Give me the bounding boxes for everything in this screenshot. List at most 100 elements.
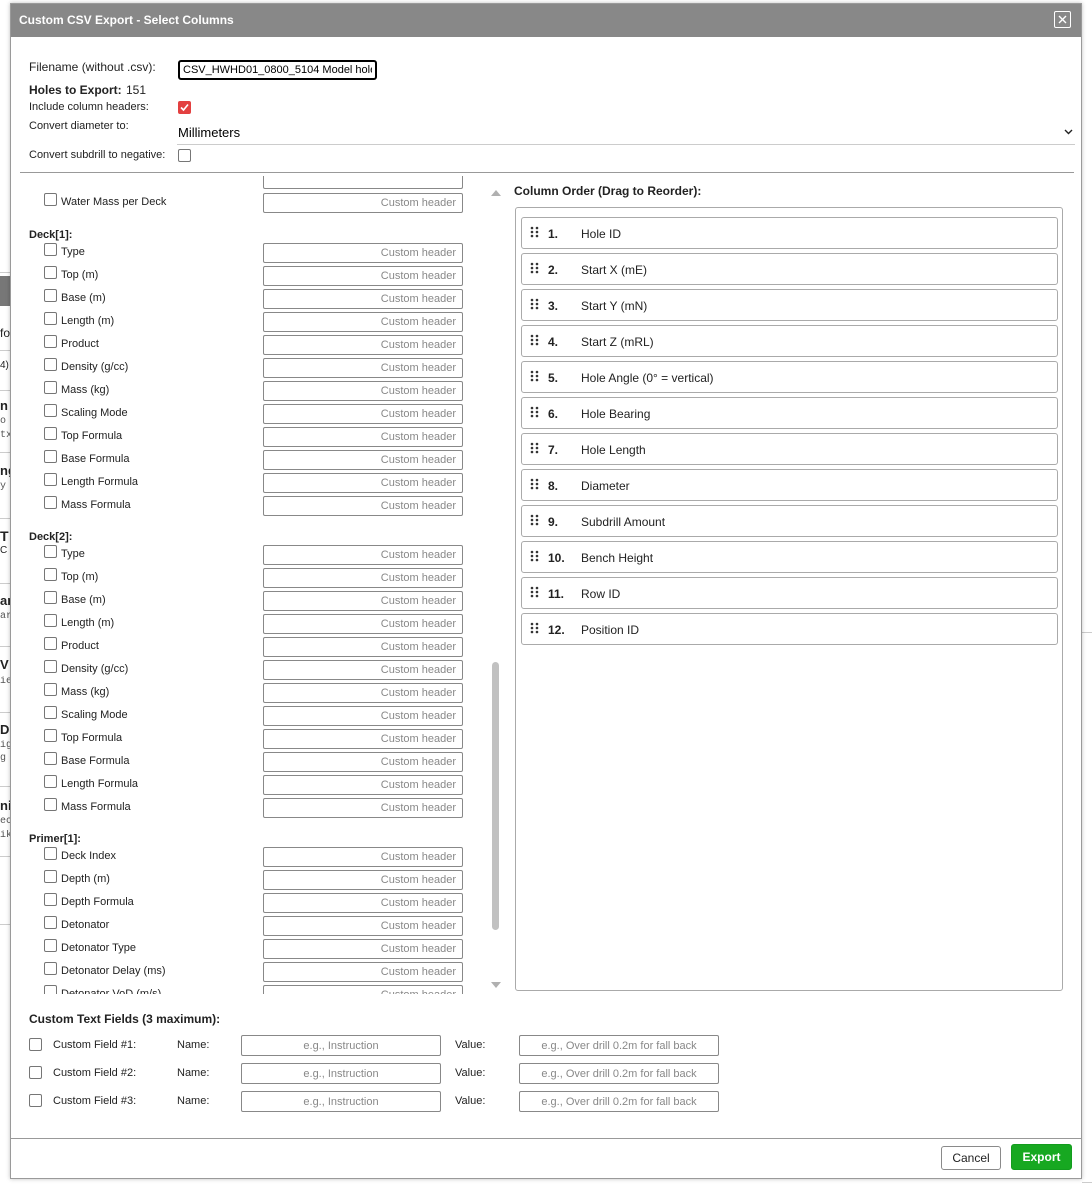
drag-handle-icon[interactable] — [530, 478, 539, 490]
column-row-top-formula[interactable]: Top Formula — [44, 729, 464, 749]
column-checkbox[interactable] — [44, 289, 57, 302]
column-checkbox[interactable] — [44, 243, 57, 256]
column-row-type[interactable]: Type — [44, 243, 464, 263]
custom-header-input[interactable] — [263, 985, 463, 994]
column-row-top-m[interactable]: Top (m) — [44, 568, 464, 588]
column-row-base-formula[interactable]: Base Formula — [44, 450, 464, 470]
custom-header-input[interactable] — [263, 847, 463, 867]
custom-header-input[interactable] — [263, 752, 463, 772]
column-checkbox[interactable] — [44, 683, 57, 696]
column-checkbox[interactable] — [44, 473, 57, 486]
drag-handle-icon[interactable] — [530, 442, 539, 454]
custom-field-name-input[interactable] — [241, 1063, 441, 1084]
column-checkbox[interactable] — [44, 962, 57, 975]
column-row-water-mass-per-deck[interactable]: Water Mass per Deck — [44, 193, 464, 213]
custom-header-input[interactable] — [263, 870, 463, 890]
column-checkbox[interactable] — [44, 916, 57, 929]
drag-handle-icon[interactable] — [530, 262, 539, 274]
column-checkbox[interactable] — [44, 798, 57, 811]
column-checkbox[interactable] — [44, 939, 57, 952]
column-checkbox[interactable] — [44, 568, 57, 581]
custom-header-input[interactable] — [263, 545, 463, 565]
column-checkbox[interactable] — [44, 752, 57, 765]
column-checkbox[interactable] — [44, 450, 57, 463]
custom-field-value-input[interactable] — [519, 1063, 719, 1084]
column-checkbox[interactable] — [44, 660, 57, 673]
custom-header-input[interactable] — [263, 335, 463, 355]
custom-header-input[interactable] — [263, 358, 463, 378]
drag-handle-icon[interactable] — [530, 586, 539, 598]
column-row-length-formula[interactable]: Length Formula — [44, 473, 464, 493]
column-row-length-m[interactable]: Length (m) — [44, 312, 464, 332]
column-checkbox[interactable] — [44, 893, 57, 906]
custom-field-checkbox[interactable] — [29, 1038, 42, 1051]
column-row-base-formula[interactable]: Base Formula — [44, 752, 464, 772]
column-row-scaling-mode[interactable]: Scaling Mode — [44, 404, 464, 424]
custom-field-value-input[interactable] — [519, 1091, 719, 1112]
column-checkbox[interactable] — [44, 404, 57, 417]
column-row-deck-index[interactable]: Deck Index — [44, 847, 464, 867]
diameter-unit-select[interactable]: Millimeters — [177, 120, 1075, 145]
custom-header-input[interactable] — [263, 893, 463, 913]
column-row-type[interactable]: Type — [44, 545, 464, 565]
column-checkbox[interactable] — [44, 381, 57, 394]
custom-header-input[interactable] — [263, 775, 463, 795]
custom-field-value-input[interactable] — [519, 1035, 719, 1056]
custom-header-input[interactable] — [263, 450, 463, 470]
column-order-item-start-y-mn[interactable]: 3. Start Y (mN) — [521, 289, 1058, 321]
drag-handle-icon[interactable] — [530, 298, 539, 310]
drag-handle-icon[interactable] — [530, 406, 539, 418]
drag-handle-icon[interactable] — [530, 550, 539, 562]
custom-header-input[interactable] — [263, 289, 463, 309]
column-checkbox[interactable] — [44, 335, 57, 348]
custom-header-input[interactable] — [263, 962, 463, 982]
column-selection-list[interactable]: Water Mass per Deck Deck[1]: Type Top (m) B… — [20, 176, 466, 994]
column-checkbox[interactable] — [44, 496, 57, 509]
close-button[interactable] — [1054, 11, 1071, 28]
custom-header-input[interactable] — [263, 312, 463, 332]
custom-header-input[interactable] — [263, 637, 463, 657]
drag-handle-icon[interactable] — [530, 622, 539, 634]
custom-header-input[interactable] — [263, 798, 463, 818]
column-row-product[interactable]: Product — [44, 637, 464, 657]
custom-header-input[interactable] — [263, 660, 463, 680]
custom-header-input[interactable] — [263, 568, 463, 588]
custom-header-input[interactable] — [263, 404, 463, 424]
column-list-scrollbar[interactable] — [488, 186, 504, 994]
custom-header-input[interactable] — [263, 381, 463, 401]
custom-header-input[interactable] — [263, 706, 463, 726]
drag-handle-icon[interactable] — [530, 514, 539, 526]
column-checkbox[interactable] — [44, 775, 57, 788]
column-checkbox[interactable] — [44, 266, 57, 279]
column-row-depth-m[interactable]: Depth (m) — [44, 870, 464, 890]
column-row-mass-kg[interactable]: Mass (kg) — [44, 683, 464, 703]
column-checkbox[interactable] — [44, 729, 57, 742]
column-checkbox[interactable] — [44, 427, 57, 440]
column-row-base-m[interactable]: Base (m) — [44, 591, 464, 611]
column-order-item-bench-height[interactable]: 10. Bench Height — [521, 541, 1058, 573]
column-order-item-diameter[interactable]: 8. Diameter — [521, 469, 1058, 501]
drag-handle-icon[interactable] — [530, 334, 539, 346]
scroll-up-arrow-icon[interactable] — [491, 190, 501, 196]
column-checkbox[interactable] — [44, 870, 57, 883]
convert-subdrill-checkbox[interactable] — [178, 149, 191, 162]
column-checkbox[interactable] — [44, 591, 57, 604]
column-row-detonator-vod-m-s[interactable]: Detonator VoD (m/s) — [44, 985, 464, 994]
custom-field-name-input[interactable] — [241, 1035, 441, 1056]
custom-header-input[interactable] — [263, 427, 463, 447]
custom-header-input[interactable] — [263, 176, 463, 189]
column-row-mass-kg[interactable]: Mass (kg) — [44, 381, 464, 401]
column-checkbox[interactable] — [44, 545, 57, 558]
custom-header-input[interactable] — [263, 243, 463, 263]
column-order-item-start-z-mrl[interactable]: 4. Start Z (mRL) — [521, 325, 1058, 357]
custom-header-input[interactable] — [263, 193, 463, 213]
custom-header-input[interactable] — [263, 683, 463, 703]
column-row-depth-formula[interactable]: Depth Formula — [44, 893, 464, 913]
column-row-length-formula[interactable]: Length Formula — [44, 775, 464, 795]
scroll-thumb[interactable] — [492, 662, 499, 930]
cancel-button[interactable]: Cancel — [941, 1146, 1001, 1170]
drag-handle-icon[interactable] — [530, 226, 539, 238]
column-row-detonator[interactable]: Detonator — [44, 916, 464, 936]
column-row-density-g-cc[interactable]: Density (g/cc) — [44, 660, 464, 680]
column-checkbox[interactable] — [44, 193, 57, 206]
